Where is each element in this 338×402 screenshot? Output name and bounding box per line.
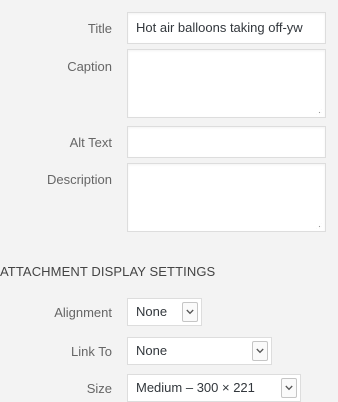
description-textarea[interactable] (127, 163, 326, 232)
link-to-label: Link To (71, 344, 112, 359)
size-label: Size (86, 381, 112, 396)
resize-handle-icon[interactable] (315, 108, 322, 115)
link-to-selected-value: None (136, 343, 168, 358)
title-label: Title (87, 21, 112, 36)
alignment-label: Alignment (54, 305, 112, 320)
attachment-display-settings-heading: ATTACHMENT DISPLAY SETTINGS (0, 264, 216, 279)
chevron-down-icon (252, 341, 268, 361)
chevron-down-icon (281, 378, 297, 398)
title-input[interactable]: Hot air balloons taking off-yw (127, 12, 326, 44)
caption-textarea[interactable] (127, 49, 326, 118)
caption-label: Caption (67, 59, 112, 74)
description-label: Description (46, 172, 112, 187)
link-to-select[interactable]: None (127, 337, 272, 365)
attachment-details-panel: Title Hot air balloons taking off-yw Cap… (0, 0, 338, 402)
alt-text-label: Alt Text (69, 135, 112, 150)
resize-handle-icon[interactable] (315, 222, 322, 229)
size-select[interactable]: Medium – 300 × 221 (127, 374, 301, 402)
alignment-select[interactable]: None (127, 298, 202, 326)
size-selected-value: Medium – 300 × 221 (136, 380, 255, 395)
alignment-selected-value: None (136, 304, 168, 319)
chevron-down-icon (182, 302, 198, 322)
alt-text-input[interactable] (127, 126, 326, 158)
